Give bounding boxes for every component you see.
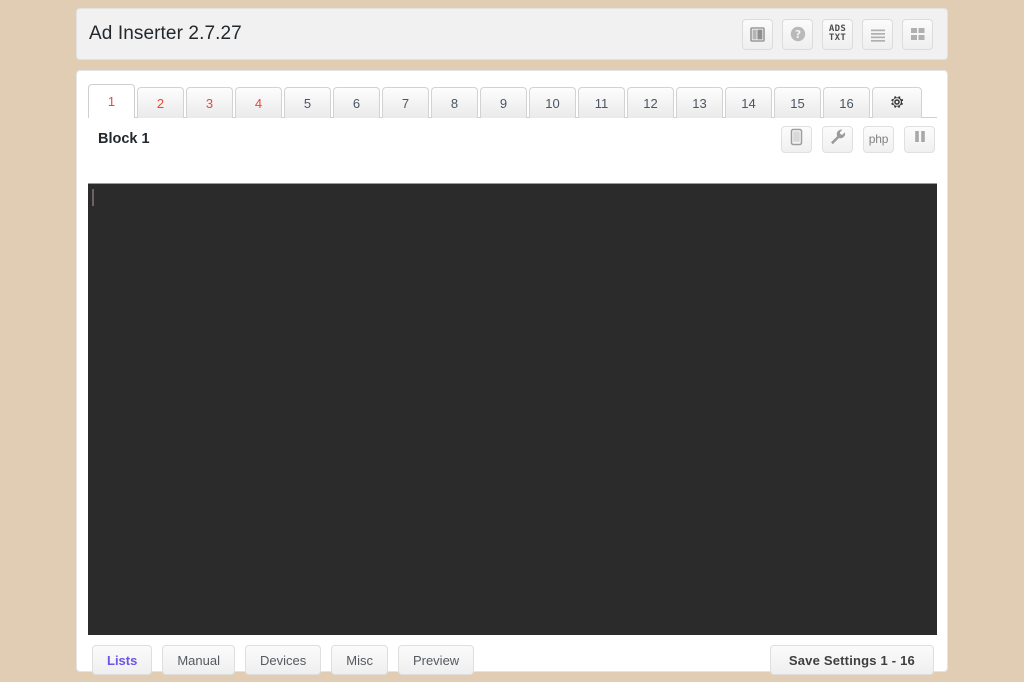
tab-block-4[interactable]: 4 — [235, 87, 282, 118]
tab-label: 4 — [254, 95, 263, 111]
device-settings-button[interactable] — [781, 125, 812, 153]
tab-block-2[interactable]: 2 — [137, 87, 184, 118]
php-button[interactable]: php — [863, 125, 894, 153]
pause-icon — [913, 129, 927, 149]
svg-text:?: ? — [794, 29, 800, 41]
tab-label: 12 — [643, 95, 658, 111]
tab-label: 1 — [107, 94, 116, 109]
tab-block-3[interactable]: 3 — [186, 87, 233, 118]
list-view-button[interactable] — [862, 18, 893, 50]
tab-block-9[interactable]: 9 — [480, 87, 527, 118]
manual-book-icon — [749, 26, 766, 43]
tab-block-1[interactable]: 1 — [88, 84, 135, 118]
tab-label: 15 — [790, 95, 805, 111]
misc-button[interactable]: Misc — [331, 645, 388, 675]
panel-content: 1 2 3 4 5 6 7 8 9 10 11 12 13 14 15 16 B… — [88, 83, 937, 675]
tab-label: 9 — [499, 95, 508, 111]
manual-button[interactable]: Manual — [162, 645, 235, 675]
tab-label: 10 — [545, 95, 560, 111]
tab-label: 14 — [741, 95, 756, 111]
tab-block-6[interactable]: 6 — [333, 87, 380, 118]
lists-button[interactable]: Lists — [92, 645, 153, 675]
help-question-icon: ? — [789, 25, 807, 43]
tab-label: 16 — [839, 95, 854, 111]
list-lines-icon — [869, 27, 887, 42]
tab-label: 2 — [156, 95, 165, 111]
tab-block-7[interactable]: 7 — [382, 87, 429, 118]
pause-button[interactable] — [904, 125, 935, 153]
block-header-row: Block 1 php — [88, 118, 937, 160]
manual-book-button[interactable] — [742, 18, 773, 50]
php-icon: php — [868, 132, 889, 146]
tab-label: 6 — [352, 95, 361, 111]
page-title: Ad Inserter 2.7.27 — [89, 23, 242, 44]
tab-block-8[interactable]: 8 — [431, 87, 478, 118]
footer-button-group: Lists Manual Devices Misc Preview — [88, 645, 475, 675]
device-tablet-icon — [789, 128, 804, 151]
grid-blocks-icon — [909, 26, 926, 43]
tools-button[interactable] — [822, 125, 853, 153]
tab-block-15[interactable]: 15 — [774, 87, 821, 118]
editor-content — [88, 184, 937, 194]
wrench-icon — [829, 128, 847, 151]
tab-block-11[interactable]: 11 — [578, 87, 625, 118]
devices-button[interactable]: Devices — [244, 645, 322, 675]
save-settings-button[interactable]: Save Settings 1 - 16 — [769, 645, 934, 675]
tab-label: 13 — [692, 95, 707, 111]
tab-label: 5 — [303, 95, 312, 111]
tab-block-13[interactable]: 13 — [676, 87, 723, 118]
tab-block-10[interactable]: 10 — [529, 87, 576, 118]
tab-block-14[interactable]: 14 — [725, 87, 772, 118]
tab-block-5[interactable]: 5 — [284, 87, 331, 118]
block-title: Block 1 — [98, 131, 150, 147]
help-button[interactable]: ? — [782, 18, 813, 50]
tab-settings[interactable] — [872, 87, 922, 118]
footer-toolbar: Lists Manual Devices Misc Preview Save S… — [88, 643, 937, 677]
block-toolbar: php — [781, 125, 935, 153]
main-panel: 1 2 3 4 5 6 7 8 9 10 11 12 13 14 15 16 B… — [76, 70, 948, 675]
text-caret — [92, 189, 94, 206]
tab-label: 3 — [205, 95, 214, 111]
gear-icon — [889, 94, 905, 113]
tab-label: 11 — [594, 95, 609, 111]
tab-label: 7 — [401, 95, 410, 111]
tab-label: 8 — [450, 95, 459, 111]
tab-block-16[interactable]: 16 — [823, 87, 870, 118]
preview-button[interactable]: Preview — [397, 645, 475, 675]
code-editor[interactable] — [88, 183, 937, 635]
app-window: Ad Inserter 2.7.27 ? ADS TXT 1 2 3 4 5 6… — [0, 0, 1024, 682]
app-header: Ad Inserter 2.7.27 ? ADS TXT — [76, 8, 948, 60]
ads-txt-icon: ADS TXT — [828, 23, 847, 43]
block-tabs: 1 2 3 4 5 6 7 8 9 10 11 12 13 14 15 16 — [88, 83, 937, 118]
tab-block-12[interactable]: 12 — [627, 87, 674, 118]
header-icon-group: ? ADS TXT — [742, 18, 933, 50]
ads-txt-button[interactable]: ADS TXT — [822, 18, 853, 50]
grid-view-button[interactable] — [902, 18, 933, 50]
